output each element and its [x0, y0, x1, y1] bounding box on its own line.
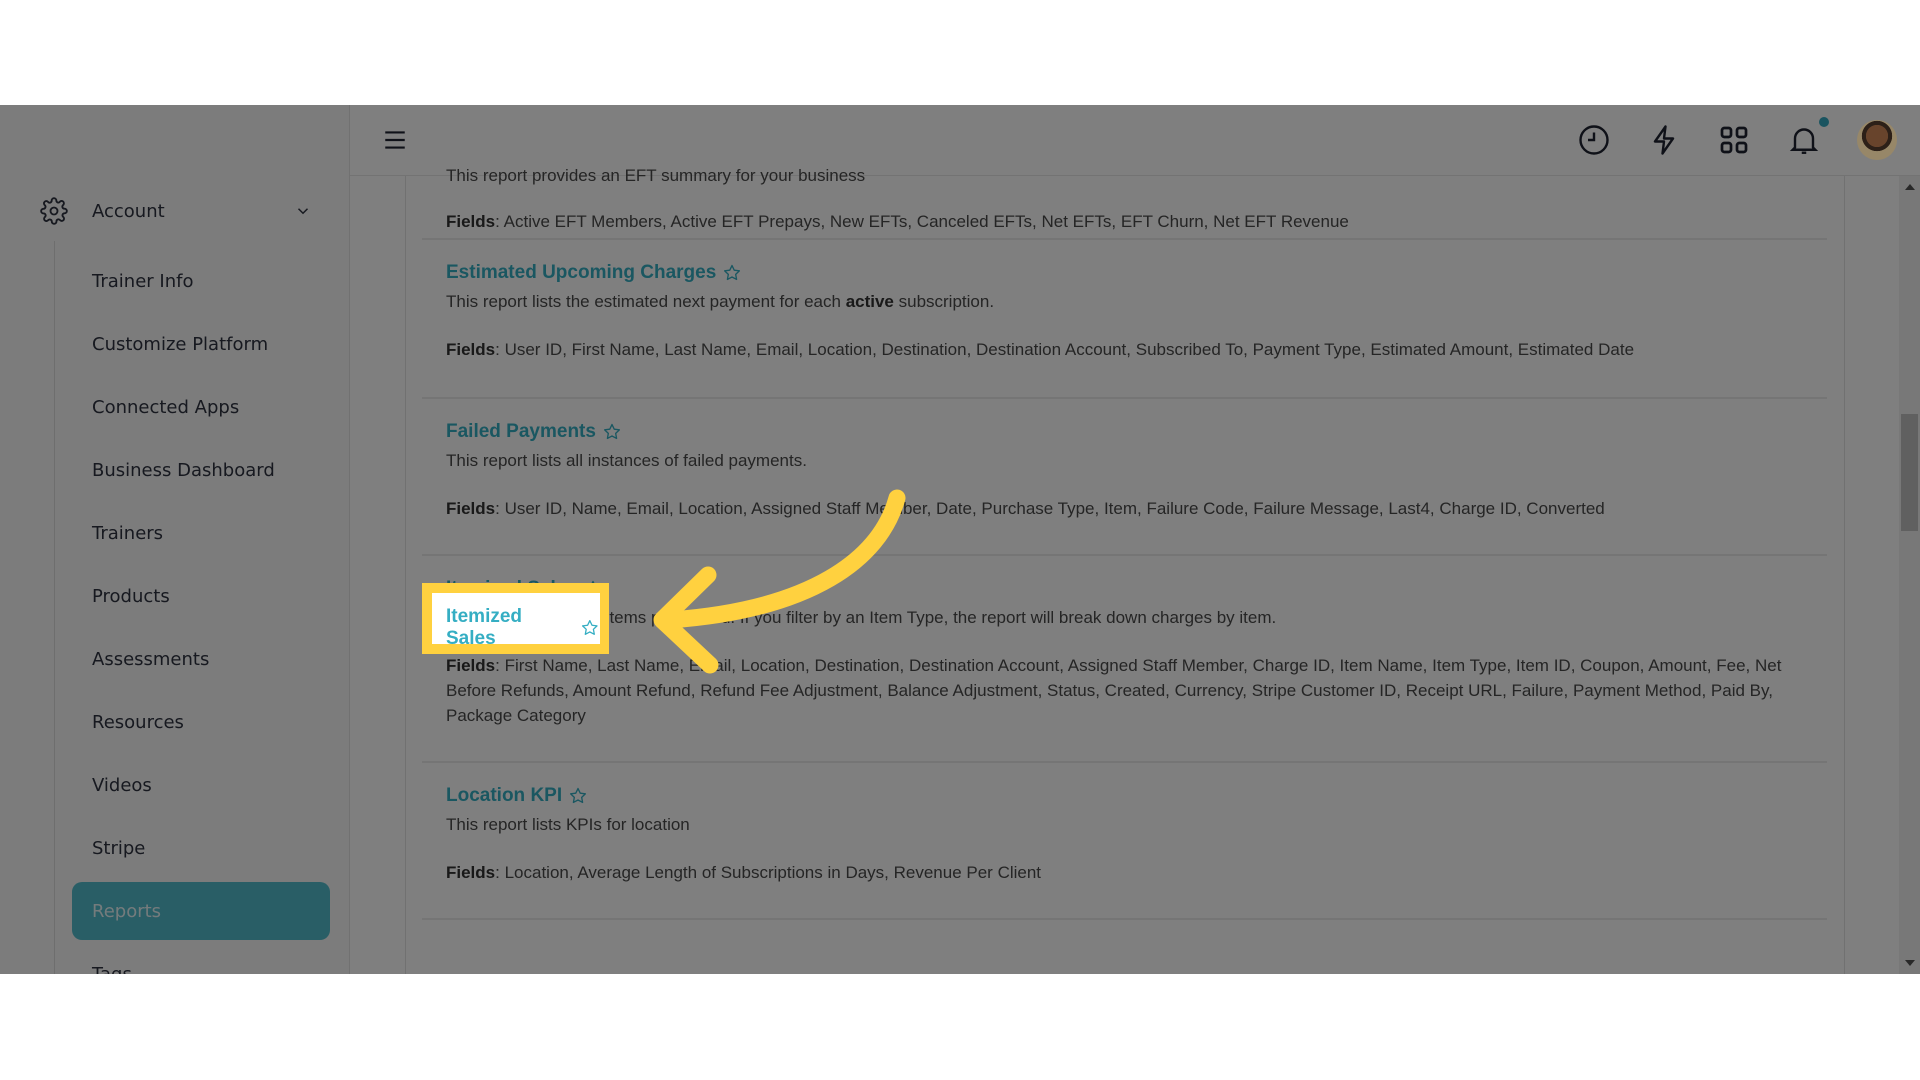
report-fields: Fields: Active EFT Members, Active EFT P… — [446, 212, 1349, 231]
sidebar-item-connected-apps[interactable]: Connected Apps — [72, 376, 330, 439]
sidebar: Account Trainer Info Customize Platform … — [0, 105, 350, 974]
scroll-up-arrow[interactable] — [1905, 184, 1915, 190]
report-card-failed-payments: Failed Payments This report lists all in… — [422, 399, 1827, 556]
report-title-link[interactable]: Failed Payments — [446, 421, 622, 443]
sidebar-item-assessments[interactable]: Assessments — [72, 628, 330, 691]
report-card-location-kpi: Location KPI This report lists KPIs for … — [422, 763, 1827, 920]
report-fields: Fields: Location, Average Length of Subs… — [446, 863, 1042, 882]
sidebar-nav: Trainer Info Customize Platform Connecte… — [72, 250, 330, 974]
report-card-eft-summary: This report provides an EFT summary for … — [422, 146, 1827, 240]
report-fields: Fields: User ID, Name, Email, Location, … — [446, 499, 1605, 518]
star-icon[interactable] — [602, 422, 622, 442]
menu-icon[interactable] — [382, 127, 408, 153]
report-fields: Fields: First Name, Last Name, Email, Lo… — [446, 656, 1782, 725]
scrollbar-thumb[interactable] — [1901, 414, 1918, 531]
sidebar-item-trainer-info[interactable]: Trainer Info — [72, 250, 330, 313]
sidebar-item-videos[interactable]: Videos — [72, 754, 330, 817]
sidebar-section-account[interactable]: Account — [40, 193, 312, 229]
sidebar-tree-line — [54, 241, 55, 974]
sidebar-item-trainers[interactable]: Trainers — [72, 502, 330, 565]
report-title-link[interactable]: Location KPI — [446, 785, 588, 807]
reports-list: This report provides an EFT summary for … — [405, 166, 1845, 974]
report-description: This report lists all instances of faile… — [446, 451, 807, 470]
sidebar-item-stripe[interactable]: Stripe — [72, 817, 330, 880]
report-description: An itemized list of all items purchased.… — [446, 608, 1277, 627]
report-title-link[interactable]: Estimated Upcoming Charges — [446, 262, 742, 284]
star-icon[interactable] — [568, 786, 588, 806]
itemized-sales-link[interactable]: Itemized Sales — [446, 606, 600, 644]
scroll-down-arrow[interactable] — [1905, 960, 1915, 966]
chevron-down-icon[interactable] — [294, 202, 312, 220]
report-description: This report lists KPIs for location — [446, 815, 690, 834]
sidebar-section-label: Account — [92, 200, 165, 222]
sidebar-item-customize-platform[interactable]: Customize Platform — [72, 313, 330, 376]
report-fields: Fields: User ID, First Name, Last Name, … — [446, 340, 1635, 359]
report-description: This report provides an EFT summary for … — [446, 166, 866, 185]
content-scrollbar[interactable] — [1899, 176, 1920, 974]
report-card-itemized-sales: Itemized Sales An itemized list of all i… — [422, 556, 1827, 763]
highlight-target[interactable]: Itemized Sales — [432, 593, 600, 644]
sidebar-item-resources[interactable]: Resources — [72, 691, 330, 754]
sidebar-item-business-dashboard[interactable]: Business Dashboard — [72, 439, 330, 502]
notification-dot — [1819, 117, 1829, 127]
reports-content: This report provides an EFT summary for … — [350, 166, 1899, 974]
star-icon[interactable] — [580, 618, 600, 638]
sidebar-item-products[interactable]: Products — [72, 565, 330, 628]
star-icon[interactable] — [722, 263, 742, 283]
app-window: Account Trainer Info Customize Platform … — [0, 105, 1920, 974]
avatar[interactable] — [1857, 120, 1897, 160]
report-card-estimated-upcoming-charges: Estimated Upcoming Charges This report l… — [422, 240, 1827, 399]
sidebar-item-tags[interactable]: Tags — [72, 943, 330, 974]
report-description: This report lists the estimated next pay… — [446, 292, 995, 311]
sidebar-item-reports[interactable]: Reports — [72, 882, 330, 940]
gear-icon — [40, 197, 68, 225]
